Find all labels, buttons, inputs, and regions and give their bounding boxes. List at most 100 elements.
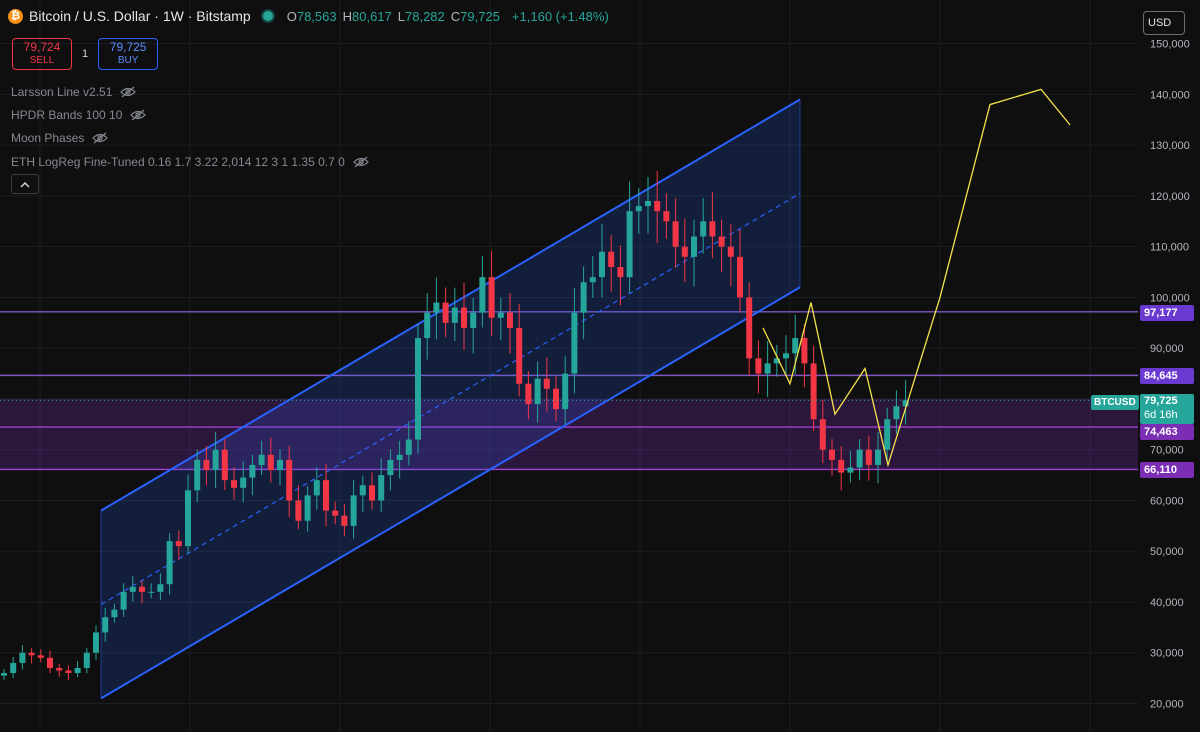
price-axis-tick: 100,000 [1150, 292, 1190, 304]
indicator-label: ETH LogReg Fine-Tuned 0.16 1.7 3.22 2,01… [11, 154, 345, 169]
candle-body [645, 201, 651, 207]
eye-hidden-icon[interactable] [120, 86, 137, 98]
candle-body [764, 363, 771, 374]
candle-body [1, 673, 7, 676]
candle-body [838, 459, 845, 473]
indicator-label: HPDR Bands 100 10 [11, 107, 123, 122]
candle-body [83, 652, 90, 668]
candle-body [258, 454, 265, 465]
candle-body [424, 312, 431, 339]
current-price-tag: 79,725 6d 16h [1140, 394, 1194, 424]
candle-body [488, 277, 495, 318]
indicator-row[interactable]: Larsson Line v2.51 [11, 80, 369, 103]
candle-body [47, 657, 53, 668]
candle-body [865, 449, 872, 465]
candle-body [129, 586, 136, 592]
price-axis-tick: 40,000 [1150, 597, 1184, 609]
candle-body [847, 467, 854, 473]
candle-body [875, 449, 881, 465]
candle-body [231, 480, 237, 488]
candle-body [323, 480, 329, 511]
candle-body [516, 327, 523, 384]
indicator-row[interactable]: ETH LogReg Fine-Tuned 0.16 1.7 3.22 2,01… [11, 150, 369, 173]
candle-body [240, 477, 247, 488]
chevron-up-icon [20, 181, 30, 188]
buy-button[interactable]: 79,725 BUY [98, 38, 159, 70]
candle-body [56, 667, 63, 671]
sell-button[interactable]: 79,724 SELL [12, 38, 72, 70]
candle-body [111, 609, 118, 618]
candle-body [525, 383, 532, 405]
close-value: 79,725 [460, 8, 500, 24]
candle-body [884, 419, 891, 450]
indicator-row[interactable]: Moon Phases [11, 127, 369, 150]
candle-body [157, 584, 164, 592]
candle-body [120, 591, 127, 610]
close-label: C [450, 8, 461, 24]
eye-hidden-icon[interactable] [92, 132, 109, 144]
eye-hidden-icon[interactable] [130, 109, 147, 121]
candle-body [332, 510, 339, 516]
trade-panel: 79,724 SELL 1 79,725 BUY [12, 38, 159, 70]
candle-body [599, 251, 605, 278]
candle-body [709, 221, 716, 237]
candle-body [497, 312, 504, 318]
candle-body [249, 464, 256, 478]
price-axis-tick: 60,000 [1150, 495, 1184, 507]
candle-body [893, 406, 900, 420]
currency-selector[interactable]: USD [1143, 11, 1185, 35]
indicator-label: Larsson Line v2.51 [11, 84, 113, 99]
candle-body [534, 378, 541, 405]
price-axis-tick: 150,000 [1150, 39, 1190, 51]
candle-body [562, 373, 569, 410]
candle-body [663, 211, 670, 222]
order-quantity[interactable]: 1 [82, 48, 88, 60]
open-value: 78,563 [296, 8, 337, 24]
buy-label: BUY [117, 55, 139, 66]
candle-body [415, 338, 421, 440]
candle-body [74, 667, 81, 674]
candle-body [617, 266, 624, 278]
indicator-label: Moon Phases [11, 131, 85, 146]
price-change: +1,160 (+1.48%) [511, 8, 609, 24]
candle-body [461, 307, 467, 328]
candle-body [378, 475, 385, 501]
bitcoin-logo-icon: ₿ [8, 8, 23, 24]
candle-body [65, 670, 72, 674]
candle-body [442, 302, 449, 323]
low-value: 78,282 [405, 8, 445, 24]
candle-body [387, 459, 394, 476]
candle-body [654, 201, 661, 212]
candle-body [856, 449, 863, 468]
candle-body [203, 459, 210, 471]
collapse-indicators-button[interactable] [11, 174, 39, 194]
candle-body [267, 454, 274, 471]
candle-body [783, 353, 789, 359]
candle-body [194, 459, 201, 491]
candle-body [507, 312, 513, 328]
level-tag-97177: 97,177 [1140, 305, 1194, 321]
price-axis-tick: 30,000 [1150, 648, 1184, 660]
bar-countdown: 6d 16h [1144, 409, 1178, 421]
low-label: L [397, 8, 405, 24]
candle-body [700, 221, 707, 237]
level-tag-74463: 74,463 [1140, 424, 1194, 440]
candle-body [626, 211, 633, 278]
price-axis-tick: 20,000 [1150, 699, 1184, 711]
candle-body [608, 251, 615, 267]
candle-body [672, 221, 679, 247]
candle-body [792, 338, 799, 354]
indicator-row[interactable]: HPDR Bands 100 10 [11, 103, 369, 126]
candle-body [350, 495, 357, 526]
candle-body [405, 439, 412, 455]
candle-body [681, 246, 688, 257]
candle-body [819, 419, 826, 450]
candle-body [829, 449, 835, 460]
eye-hidden-icon[interactable] [352, 156, 369, 168]
symbol-title[interactable]: Bitcoin / U.S. Dollar · 1W · Bitstamp [29, 8, 251, 24]
candle-body [304, 495, 311, 521]
candle-body [286, 459, 293, 501]
high-value: 80,617 [352, 8, 392, 24]
candle-body [635, 206, 642, 212]
candle-body [93, 632, 99, 653]
